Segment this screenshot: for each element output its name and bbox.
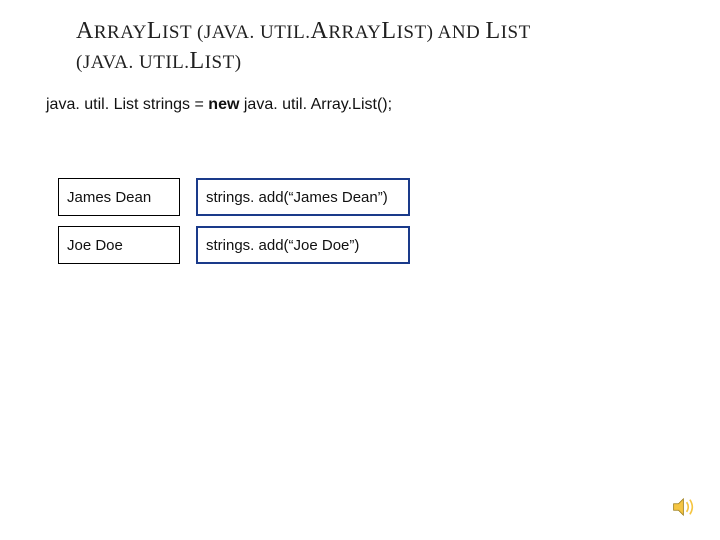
speaker-icon bbox=[672, 496, 698, 518]
title-text: AND bbox=[438, 22, 481, 43]
list-item: James Dean bbox=[58, 178, 180, 216]
title-text: ) bbox=[427, 22, 438, 43]
title-text: A bbox=[76, 18, 94, 44]
title-text: L bbox=[486, 18, 501, 44]
declaration-line: java. util. List strings = new java. uti… bbox=[46, 96, 392, 114]
slide: ARRAYLIST (JAVA. UTIL.ARRAYLIST) AND LIS… bbox=[0, 0, 720, 540]
slide-title: ARRAYLIST (JAVA. UTIL.ARRAYLIST) AND LIS… bbox=[76, 16, 670, 76]
title-text: . bbox=[249, 22, 260, 43]
title-text: L bbox=[190, 48, 205, 74]
title-text: JAVA bbox=[83, 52, 129, 73]
title-text: IST bbox=[501, 22, 531, 43]
title-text: A bbox=[311, 18, 329, 44]
list-item-label: Joe Doe bbox=[67, 237, 123, 254]
title-text: L bbox=[381, 18, 396, 44]
title-text: ( bbox=[76, 52, 83, 73]
title-text: UTIL bbox=[260, 22, 305, 43]
code-box: strings. add(“James Dean”) bbox=[196, 178, 410, 216]
title-text: JAVA bbox=[204, 22, 250, 43]
title-text: IST bbox=[397, 22, 427, 43]
title-text: RRAY bbox=[94, 22, 147, 43]
title-text: IST bbox=[205, 52, 235, 73]
title-text: RRAY bbox=[328, 22, 381, 43]
code-text: strings. add(“Joe Doe”) bbox=[206, 237, 359, 254]
title-text: . bbox=[129, 52, 140, 73]
list-item-label: James Dean bbox=[67, 189, 151, 206]
title-text: L bbox=[147, 18, 162, 44]
title-text: ( bbox=[192, 22, 204, 43]
code-box: strings. add(“Joe Doe”) bbox=[196, 226, 410, 264]
title-text: IST bbox=[162, 22, 192, 43]
title-text: UTIL bbox=[139, 52, 184, 73]
list-item: Joe Doe bbox=[58, 226, 180, 264]
code-text: java. util. Array.List(); bbox=[239, 96, 392, 113]
code-text: strings. add(“James Dean”) bbox=[206, 189, 388, 206]
code-text: java. util. List strings = bbox=[46, 96, 208, 113]
title-text: ) bbox=[235, 52, 242, 73]
keyword-new: new bbox=[208, 96, 239, 113]
